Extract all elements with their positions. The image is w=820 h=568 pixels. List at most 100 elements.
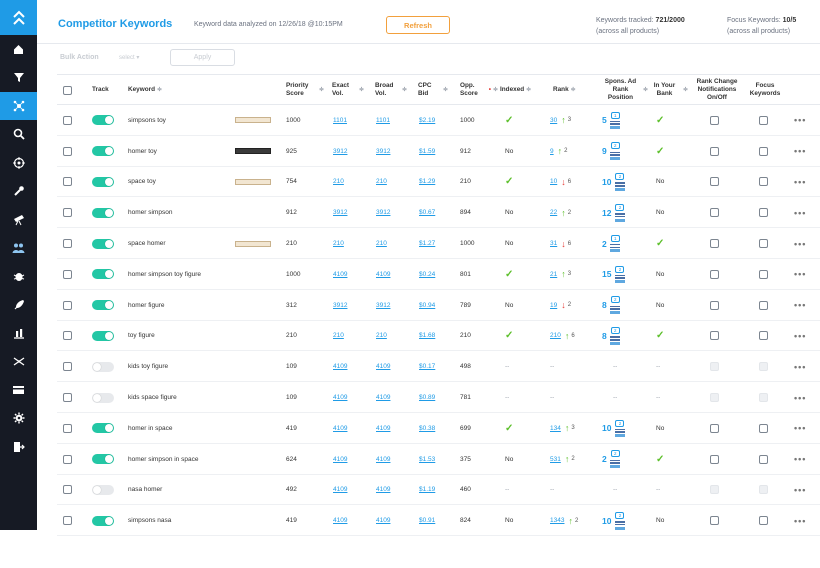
ad-rank-icon[interactable]: 2: [614, 419, 625, 438]
header-spons[interactable]: Spons. Ad Rank Position ≑: [600, 75, 648, 105]
exact-volume-link[interactable]: 3912: [333, 302, 347, 309]
exact-volume-link[interactable]: 210: [333, 240, 344, 247]
notification-checkbox[interactable]: [710, 393, 719, 403]
more-options-icon[interactable]: •••: [794, 516, 806, 526]
cpc-bid-link[interactable]: $0.38: [419, 425, 435, 432]
row-checkbox[interactable]: [63, 362, 72, 372]
broad-volume-link[interactable]: 3912: [376, 302, 390, 309]
exact-volume-link[interactable]: 4109: [333, 271, 347, 278]
more-options-icon[interactable]: •••: [794, 146, 806, 156]
cpc-bid-link[interactable]: $2.19: [419, 117, 435, 124]
header-rank[interactable]: Rank ≑: [553, 75, 576, 105]
row-checkbox[interactable]: [63, 331, 72, 341]
broad-volume-link[interactable]: 4109: [376, 425, 390, 432]
row-checkbox[interactable]: [63, 146, 72, 156]
notification-checkbox[interactable]: [710, 115, 719, 125]
rank-link[interactable]: 19: [550, 302, 557, 309]
focus-checkbox[interactable]: [759, 454, 768, 464]
rank-link[interactable]: 1343: [550, 517, 564, 524]
track-toggle[interactable]: [92, 392, 114, 403]
rank-link[interactable]: 21: [550, 271, 557, 278]
focus-checkbox[interactable]: [759, 115, 768, 125]
notification-checkbox[interactable]: [710, 146, 719, 156]
more-options-icon[interactable]: •••: [794, 177, 806, 187]
exact-volume-link[interactable]: 4109: [333, 486, 347, 493]
focus-checkbox[interactable]: [759, 146, 768, 156]
row-checkbox[interactable]: [63, 423, 72, 433]
table-row[interactable]: homer toy 925 3912 3912 $1.59 912 No 9 ↑ 2 9 2 ✓ •••: [57, 136, 820, 167]
sidebar-item-chart[interactable]: [0, 319, 37, 347]
sidebar-item-wrench[interactable]: [0, 177, 37, 205]
more-options-icon[interactable]: •••: [794, 269, 806, 279]
table-row[interactable]: nasa homer 492 4109 4109 $1.19 460 -- -- -- -- •••: [57, 475, 820, 506]
ad-rank-icon[interactable]: 2: [610, 327, 621, 345]
track-toggle[interactable]: [92, 146, 114, 157]
rank-link[interactable]: 531: [550, 456, 561, 463]
header-indexed[interactable]: Indexed ≑: [500, 75, 531, 105]
broad-volume-link[interactable]: 3912: [376, 148, 390, 155]
cpc-bid-link[interactable]: $0.89: [419, 394, 435, 401]
cpc-bid-link[interactable]: $1.19: [419, 486, 435, 493]
cpc-bid-link[interactable]: $0.24: [419, 271, 435, 278]
product-thumbnail[interactable]: [235, 240, 271, 247]
cpc-bid-link[interactable]: $1.29: [419, 178, 435, 185]
track-toggle[interactable]: [92, 423, 114, 434]
row-checkbox[interactable]: [63, 177, 72, 187]
row-checkbox[interactable]: [63, 115, 72, 125]
cpc-bid-link[interactable]: $0.17: [419, 363, 435, 370]
table-row[interactable]: space toy 754 210 210 $1.29 210 ✓ 10 ↓ 6 10 2 No •••: [57, 167, 820, 198]
exact-volume-link[interactable]: 4109: [333, 517, 347, 524]
focus-checkbox[interactable]: [759, 331, 768, 341]
cpc-bid-link[interactable]: $0.91: [419, 517, 435, 524]
header-broad[interactable]: Broad Vol. ≑: [375, 75, 407, 105]
more-options-icon[interactable]: •••: [794, 115, 806, 125]
rank-link[interactable]: 31: [550, 240, 557, 247]
row-checkbox[interactable]: [63, 454, 72, 464]
broad-volume-link[interactable]: 4109: [376, 456, 390, 463]
ad-rank-icon[interactable]: 2: [610, 142, 621, 160]
track-toggle[interactable]: [92, 515, 114, 526]
sidebar-item-home[interactable]: [0, 35, 37, 63]
rank-link[interactable]: 210: [550, 332, 561, 339]
header-bank[interactable]: In Your Bank ≑: [648, 75, 688, 105]
table-row[interactable]: space homer 210 210 210 $1.27 1000 No 31 ↓ 6 2 1 ✓ ••…: [57, 228, 820, 259]
focus-checkbox[interactable]: [759, 177, 768, 187]
track-toggle[interactable]: [92, 115, 114, 126]
sidebar-item-logout[interactable]: [0, 432, 37, 460]
focus-checkbox[interactable]: [759, 393, 768, 403]
more-options-icon[interactable]: •••: [794, 208, 806, 218]
more-options-icon[interactable]: •••: [794, 485, 806, 495]
table-row[interactable]: homer in space 419 4109 4109 $0.38 699 ✓ 134 ↑ 3 1…: [57, 413, 820, 444]
notification-checkbox[interactable]: [710, 208, 719, 218]
table-row[interactable]: homer simpson in space 624 4109 4109 $1.53 37…: [57, 444, 820, 475]
ad-rank-icon[interactable]: 1: [610, 234, 621, 253]
track-toggle[interactable]: [92, 454, 114, 465]
row-checkbox[interactable]: [63, 300, 72, 310]
sidebar-item-card[interactable]: [0, 376, 37, 404]
track-toggle[interactable]: [92, 269, 114, 280]
notification-checkbox[interactable]: [710, 300, 719, 310]
exact-volume-link[interactable]: 4109: [333, 425, 347, 432]
sidebar-item-telescope[interactable]: [0, 205, 37, 233]
rank-link[interactable]: 9: [550, 148, 554, 155]
track-toggle[interactable]: [92, 176, 114, 187]
more-options-icon[interactable]: •••: [794, 239, 806, 249]
row-checkbox[interactable]: [63, 516, 72, 526]
ad-rank-icon[interactable]: 2: [614, 204, 625, 222]
header-track[interactable]: Track: [92, 75, 109, 105]
sidebar-item-funnel[interactable]: [0, 63, 37, 91]
focus-checkbox[interactable]: [759, 423, 768, 433]
logo[interactable]: [0, 0, 37, 35]
cpc-bid-link[interactable]: $0.67: [419, 209, 435, 216]
header-opp[interactable]: Opp. Score • ≑: [460, 75, 498, 105]
refresh-button[interactable]: Refresh: [386, 16, 450, 34]
broad-volume-link[interactable]: 210: [376, 332, 387, 339]
broad-volume-link[interactable]: 210: [376, 240, 387, 247]
notification-checkbox[interactable]: [710, 177, 719, 187]
cpc-bid-link[interactable]: $0.94: [419, 302, 435, 309]
exact-volume-link[interactable]: 3912: [333, 209, 347, 216]
broad-volume-link[interactable]: 4109: [376, 271, 390, 278]
sidebar-item-network[interactable]: [0, 91, 37, 121]
sidebar-item-target[interactable]: [0, 149, 37, 177]
cpc-bid-link[interactable]: $1.68: [419, 332, 435, 339]
